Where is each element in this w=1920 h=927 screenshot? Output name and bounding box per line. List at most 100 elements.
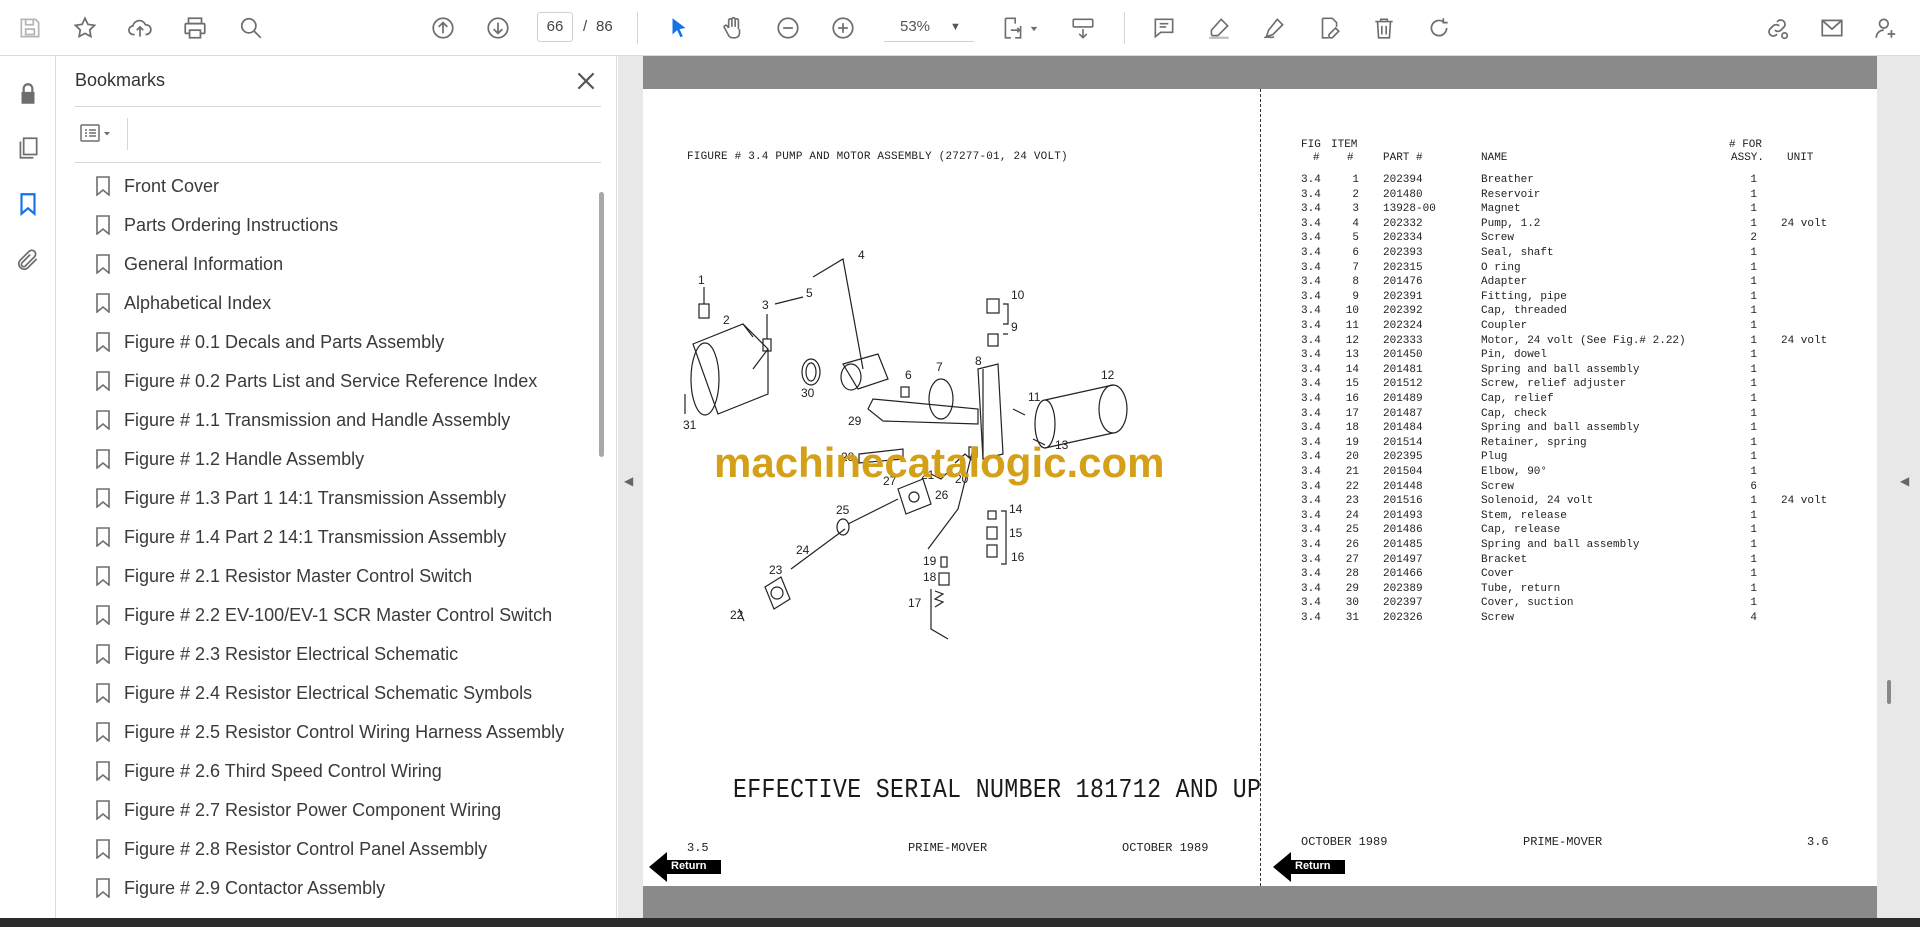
cell-item: 6 — [1352, 247, 1359, 259]
bookmarks-icon[interactable] — [10, 186, 46, 222]
cell-name: Screw — [1481, 232, 1515, 245]
cell-qty: 1 — [1750, 568, 1757, 581]
bookmark-item[interactable]: Parts Ordering Instructions — [75, 207, 575, 243]
table-row: 3.4 11 202324 Coupler 1 — [1301, 320, 1861, 334]
reservoir-part — [692, 323, 769, 415]
cell-qty: 1 — [1750, 290, 1757, 303]
previous-page-icon[interactable] — [423, 8, 463, 48]
cell-item: 15 — [1345, 378, 1359, 391]
left-footer-date: OCTOBER 1989 — [1122, 841, 1209, 855]
cell-fig: 3.4 — [1301, 320, 1321, 332]
bookmark-label: Figure # 2.6 Third Speed Control Wiring — [124, 761, 442, 781]
page-thumbnails-icon[interactable] — [10, 130, 46, 166]
select-cursor-icon[interactable] — [659, 8, 699, 48]
bookmark-item[interactable]: Figure # 2.1 Resistor Master Control Swi… — [75, 558, 575, 594]
cell-item: 23 — [1345, 495, 1359, 508]
bookmark-item[interactable]: Figure # 1.4 Part 2 14:1 Transmission As… — [75, 519, 575, 555]
cell-fig: 3.4 — [1301, 290, 1321, 303]
header-name: NAME — [1481, 152, 1508, 164]
bookmark-item[interactable]: Figure # 1.1 Transmission and Handle Ass… — [75, 402, 575, 438]
chevron-down-icon[interactable]: ▼ — [950, 12, 968, 42]
document-scrollbar-thumb[interactable] — [1887, 680, 1891, 704]
bookmark-scrollbar-thumb[interactable] — [599, 192, 604, 457]
bookmark-icon — [96, 176, 110, 196]
email-icon[interactable] — [1812, 8, 1852, 48]
page-fit-chevron-icon[interactable] — [1026, 8, 1042, 48]
return-label: Return — [1295, 860, 1331, 872]
cell-item: 26 — [1345, 539, 1359, 551]
cell-name: Fitting, pipe — [1481, 290, 1567, 303]
cell-item: 28 — [1345, 568, 1359, 581]
attachments-icon[interactable] — [10, 242, 46, 278]
right-return-button[interactable]: Return — [1273, 852, 1345, 882]
cell-item: 17 — [1345, 407, 1359, 420]
expand-right-panel-icon[interactable]: ◀ — [1900, 474, 1914, 498]
cell-qty: 1 — [1750, 363, 1757, 376]
bookmark-item[interactable]: Figure # 2.6 Third Speed Control Wiring — [75, 753, 575, 789]
bookmark-item[interactable]: Figure # 2.4 Resistor Electrical Schemat… — [75, 675, 575, 711]
bookmark-item[interactable]: Figure # 2.5 Resistor Control Wiring Har… — [75, 714, 575, 750]
scroll-mode-icon[interactable] — [1063, 8, 1103, 48]
share-link-icon[interactable] — [1757, 8, 1797, 48]
bookmark-item[interactable]: Figure # 2.9 Contactor Assembly — [75, 870, 575, 906]
cell-name: Cap, relief — [1481, 393, 1554, 405]
bookmark-label: Figure # 2.7 Resistor Power Component Wi… — [124, 800, 502, 820]
cell-part: 202392 — [1383, 305, 1423, 318]
right-footer-date: OCTOBER 1989 — [1301, 835, 1388, 849]
bookmark-item[interactable]: Figure # 1.2 Handle Assembly — [75, 441, 575, 477]
left-return-button[interactable]: Return — [649, 852, 721, 882]
cell-part: 201486 — [1383, 524, 1423, 537]
cell-fig: 3.4 — [1301, 612, 1321, 624]
table-row: 3.4 16 201489 Cap, relief 1 — [1301, 393, 1861, 407]
draw-pen-icon[interactable] — [1254, 8, 1294, 48]
add-user-icon[interactable] — [1868, 8, 1904, 48]
cell-name: Screw — [1481, 480, 1515, 493]
cell-item: 16 — [1345, 393, 1359, 405]
cell-part: 202397 — [1383, 597, 1423, 610]
bookmark-options-menu[interactable] — [75, 118, 121, 148]
edit-document-icon[interactable] — [1309, 8, 1349, 48]
zoom-out-icon[interactable] — [768, 8, 808, 48]
collapse-left-panel-icon[interactable]: ◀ — [624, 474, 638, 498]
hand-tool-icon[interactable] — [713, 8, 753, 48]
cell-fig: 3.4 — [1301, 393, 1321, 405]
print-icon[interactable] — [175, 8, 215, 48]
cell-name: Spring and ball assembly — [1481, 539, 1640, 551]
table-row: 3.4 26 201485 Spring and ball assembly 1 — [1301, 539, 1861, 553]
effective-serial-text: EFFECTIVE SERIAL NUMBER 181712 AND UP — [733, 776, 1262, 806]
cell-item: 4 — [1352, 217, 1359, 230]
cell-name: Seal, shaft — [1481, 247, 1554, 259]
cell-fig: 3.4 — [1301, 407, 1321, 420]
bookmark-item[interactable]: Front Cover — [75, 168, 575, 204]
bookmark-item[interactable]: Figure # 0.2 Parts List and Service Refe… — [75, 363, 575, 399]
cell-fig: 3.4 — [1301, 436, 1321, 449]
comment-icon[interactable] — [1144, 8, 1184, 48]
bookmark-item[interactable]: General Information — [75, 246, 575, 282]
rotate-icon[interactable] — [1419, 8, 1459, 48]
zoom-in-icon[interactable] — [823, 8, 863, 48]
delete-trash-icon[interactable] — [1364, 8, 1404, 48]
bookmark-item[interactable]: Figure # 2.8 Resistor Control Panel Asse… — [75, 831, 575, 867]
bookmark-item[interactable]: Figure # 2.7 Resistor Power Component Wi… — [75, 792, 575, 828]
cell-fig: 3.4 — [1301, 203, 1321, 216]
bookmark-item[interactable]: Figure # 2.3 Resistor Electrical Schemat… — [75, 636, 575, 672]
bookmark-item[interactable]: Figure # 1.3 Part 1 14:1 Transmission As… — [75, 480, 575, 516]
cell-name: Plug — [1481, 451, 1508, 464]
page-number-input[interactable]: 66 — [537, 12, 573, 42]
cell-part: 202393 — [1383, 247, 1423, 259]
cell-qty: 2 — [1750, 232, 1757, 245]
upload-cloud-icon[interactable] — [120, 8, 160, 48]
find-text-icon[interactable] — [231, 8, 271, 48]
cell-qty: 4 — [1750, 612, 1757, 624]
next-page-icon[interactable] — [478, 8, 518, 48]
table-row: 3.4 20 202395 Plug 1 — [1301, 451, 1861, 465]
star-icon[interactable] — [65, 8, 105, 48]
close-icon[interactable] — [573, 68, 599, 94]
cell-part: 201448 — [1383, 480, 1423, 493]
lock-icon[interactable] — [10, 76, 46, 112]
bookmark-item[interactable]: Figure # 0.1 Decals and Parts Assembly — [75, 324, 575, 360]
bookmark-item[interactable]: Figure # 2.2 EV-100/EV-1 SCR Master Cont… — [75, 597, 575, 633]
highlight-icon[interactable] — [1199, 8, 1239, 48]
save-icon[interactable] — [10, 8, 50, 48]
bookmark-item[interactable]: Alphabetical Index — [75, 285, 575, 321]
